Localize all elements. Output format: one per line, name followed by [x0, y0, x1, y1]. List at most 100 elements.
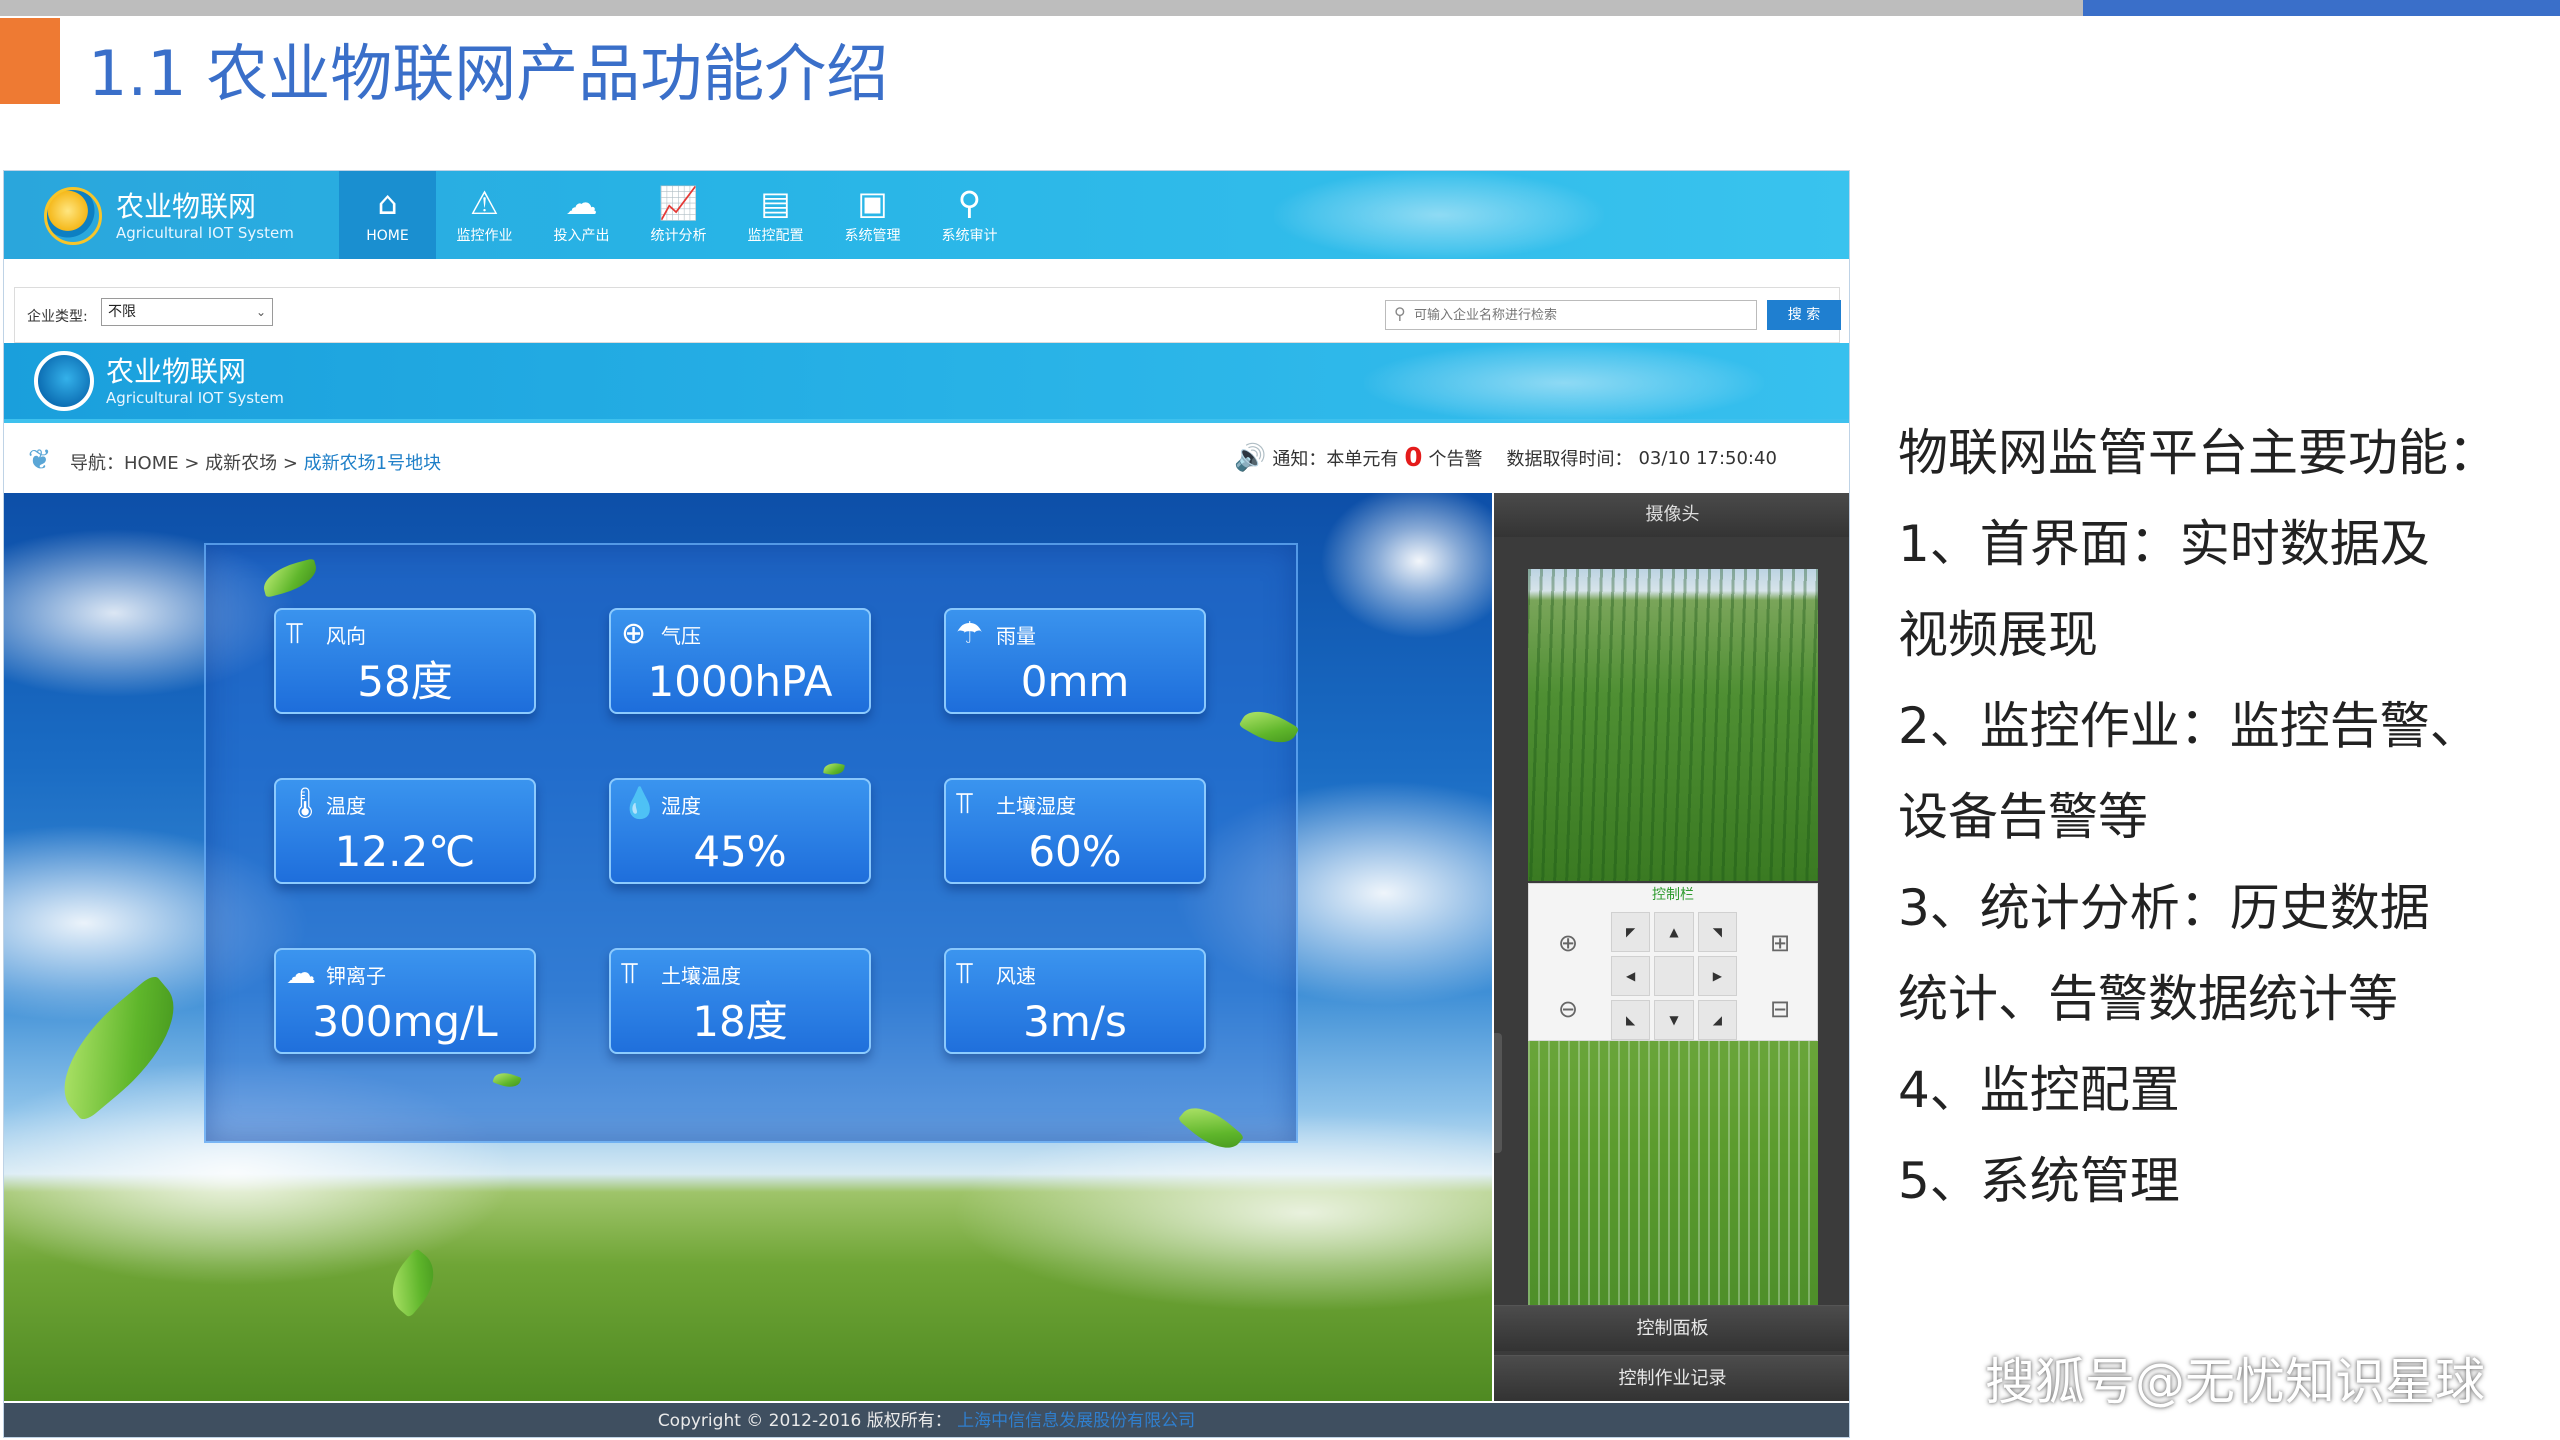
watermark: 搜狐号@无忧知识星球 [1985, 1353, 2485, 1411]
brand[interactable]: 农业物联网 Agricultural IOT System [44, 181, 294, 251]
chevron-down-icon: ⌄ [255, 305, 266, 319]
menu-item-label: 投入产出 [553, 228, 610, 244]
menu-item-3[interactable]: 📈 统计分析 [630, 171, 727, 259]
search-icon: ⚲ [1394, 304, 1406, 323]
menu-item-6[interactable]: ⚲ 系统审计 [921, 171, 1018, 259]
search-button[interactable]: 搜 索 [1767, 300, 1841, 330]
top-navbar: 农业物联网 Agricultural IOT System ⌂ HOME ⚠ 监控作业… [4, 171, 1849, 259]
sensor-card[interactable]: 💧 湿度 45% [609, 778, 871, 884]
nav-bird-icon: ❦ [28, 443, 52, 476]
feature-list: 物联网监管平台主要功能： 1、首界面：实时数据及 视频展现 2、监控作业：监控告警、设… [1898, 408, 2538, 1227]
feature-line: 设备告警等 [1898, 788, 2148, 846]
speaker-icon: 🔊 [1234, 443, 1267, 473]
panel-collapse-handle[interactable] [1494, 1033, 1502, 1153]
enterprise-type-select[interactable]: 不限 ⌄ [101, 298, 273, 326]
menu-item-0[interactable]: ⌂ HOME [339, 171, 436, 259]
warning-triangle-icon: ⚠ [470, 184, 499, 222]
sensor-value: 12.2℃ [334, 827, 476, 876]
ptz-left-button[interactable]: ◀ [1611, 956, 1651, 996]
sensor-label: 温度 [326, 794, 366, 818]
filter-bar: 企业类型: 不限 ⌄ ⚲ 搜 索 [14, 287, 1841, 343]
copyright-text: Copyright © 2012-2016 版权所有： [657, 1411, 952, 1431]
control-log-button[interactable]: 控制作业记录 [1494, 1355, 1849, 1401]
ptz-up-left-button[interactable]: ◤ [1611, 912, 1651, 952]
sensor-card[interactable]: ⫪ 风速 3m/s [944, 948, 1206, 1054]
breadcrumb-current[interactable]: 成新农场1号地块 [304, 453, 441, 474]
sensor-dashboard: ⫪ 风向 58度 ⊕ 气压 1000hPA ☂ 雨量 0mm 🌡 温度 12.2℃ 💧 湿度 45% ⫪ 土壤湿… [4, 493, 1492, 1401]
ion-icon: ☁ [286, 956, 316, 991]
rain-gauge-icon: ☂ [956, 616, 983, 651]
menu-item-1[interactable]: ⚠ 监控作业 [436, 171, 533, 259]
search-input[interactable] [1414, 303, 1750, 327]
wind-speed-icon: ⫪ [956, 956, 973, 991]
camera-feed-2[interactable] [1528, 1041, 1818, 1305]
ptz-center-button[interactable] [1654, 956, 1694, 996]
sensor-card[interactable]: ☂ 雨量 0mm [944, 608, 1206, 714]
home-icon: ⌂ [377, 184, 398, 222]
expand-icon[interactable]: ⊞ [1765, 928, 1795, 958]
sub-brand: 农业物联网 Agricultural IOT System [34, 351, 284, 411]
sensor-card[interactable]: ⫪ 土壤温度 18度 [609, 948, 871, 1054]
menu-item-label: 监控配置 [747, 228, 804, 244]
data-time-value: 03/10 17:50:40 [1638, 447, 1777, 469]
ptz-right-button[interactable]: ▶ [1697, 956, 1737, 996]
notice-unit: 个告警 [1428, 449, 1483, 470]
sub-brand-logo-icon [34, 351, 94, 411]
clouds-icon: ☁ [565, 184, 598, 222]
soil-humidity-icon: ⫪ [956, 786, 973, 821]
sensor-value: 3m/s [1023, 997, 1127, 1046]
alarm-count[interactable]: 0 [1404, 443, 1422, 473]
data-time-label: 数据取得时间： [1506, 449, 1633, 470]
sensor-label: 风速 [996, 964, 1036, 988]
control-panel-button[interactable]: 控制面板 [1494, 1305, 1849, 1351]
audit-icon: ⚲ [957, 184, 982, 222]
sensor-value: 60% [1028, 827, 1122, 876]
sensor-card[interactable]: ⫪ 土壤湿度 60% [944, 778, 1206, 884]
sensor-card[interactable]: ☁ 钾离子 300mg/L [274, 948, 536, 1054]
top-blue-bar [2083, 0, 2560, 16]
leaf-decoration [379, 1247, 447, 1319]
shrink-icon[interactable]: ⊟ [1765, 994, 1795, 1024]
ptz-down-left-button[interactable]: ◣ [1611, 1000, 1651, 1040]
slide-title: 1.1 农业物联网产品功能介绍 [88, 37, 889, 110]
thermometer-icon: 🌡 [286, 786, 325, 821]
feature-line: 物联网监管平台主要功能： [1898, 424, 2498, 482]
main-menu: ⌂ HOME ⚠ 监控作业 ☁ 投入产出 📈 统计分析 ▤ 监控配置 ▣ 系统管理 ⚲ 系统审计 [339, 171, 1018, 259]
sensor-label: 气压 [661, 624, 701, 648]
sensor-value: 0mm [1020, 657, 1130, 706]
breadcrumb: 导航：HOME > 成新农场 > 成新农场1号地块 [70, 449, 441, 475]
menu-item-2[interactable]: ☁ 投入产出 [533, 171, 630, 259]
title-accent-block [0, 18, 60, 104]
footer: Copyright © 2012-2016 版权所有： 上海中信信息发展股份有限… [4, 1403, 1849, 1437]
breadcrumb-path[interactable]: 导航：HOME > 成新农场 > [70, 453, 298, 474]
menu-item-label: HOME [366, 228, 409, 244]
leaf-decoration [39, 972, 199, 1124]
sensor-card[interactable]: 🌡 温度 12.2℃ [274, 778, 536, 884]
camera-feed-1[interactable] [1528, 569, 1818, 881]
enterprise-type-value: 不限 [108, 304, 136, 320]
soil-temperature-icon: ⫪ [621, 956, 638, 991]
sensor-label: 湿度 [661, 794, 701, 818]
humidity-icon: 💧 [621, 786, 659, 821]
menu-item-4[interactable]: ▤ 监控配置 [727, 171, 824, 259]
feature-line: 5、系统管理 [1898, 1152, 2180, 1210]
ptz-direction-pad: ◤ ▲ ◥ ◀ ▶ ◣ ▼ ◢ [1611, 912, 1737, 1040]
slide: 1.1 农业物联网产品功能介绍 农业物联网 Agricultural IOT S… [0, 0, 2560, 1440]
sensor-card[interactable]: ⊕ 气压 1000hPA [609, 608, 871, 714]
sub-brand-subtitle: Agricultural IOT System [106, 389, 284, 407]
ptz-up-right-button[interactable]: ◥ [1697, 912, 1737, 952]
zoom-out-icon[interactable]: ⊖ [1553, 994, 1583, 1024]
search-box: ⚲ [1385, 300, 1757, 330]
copyright-owner[interactable]: 上海中信信息发展股份有限公司 [957, 1411, 1195, 1431]
sensor-label: 土壤温度 [661, 964, 741, 988]
camera-panel: 摄像头 控制栏 ⊕ ⊖ ⊞ ⊟ ◤ ▲ ◥ ◀ ▶ ◣ ▼ ◢ 控制面板 控制作… [1494, 493, 1849, 1401]
ptz-down-button[interactable]: ▼ [1654, 1000, 1694, 1040]
zoom-in-icon[interactable]: ⊕ [1553, 928, 1583, 958]
sensor-card[interactable]: ⫪ 风向 58度 [274, 608, 536, 714]
ptz-down-right-button[interactable]: ◢ [1697, 1000, 1737, 1040]
sub-brand-name: 农业物联网 [106, 355, 247, 388]
menu-item-5[interactable]: ▣ 系统管理 [824, 171, 921, 259]
feature-line: 统计、告警数据统计等 [1898, 970, 2398, 1028]
ptz-up-button[interactable]: ▲ [1654, 912, 1694, 952]
menu-item-label: 系统管理 [844, 228, 901, 244]
